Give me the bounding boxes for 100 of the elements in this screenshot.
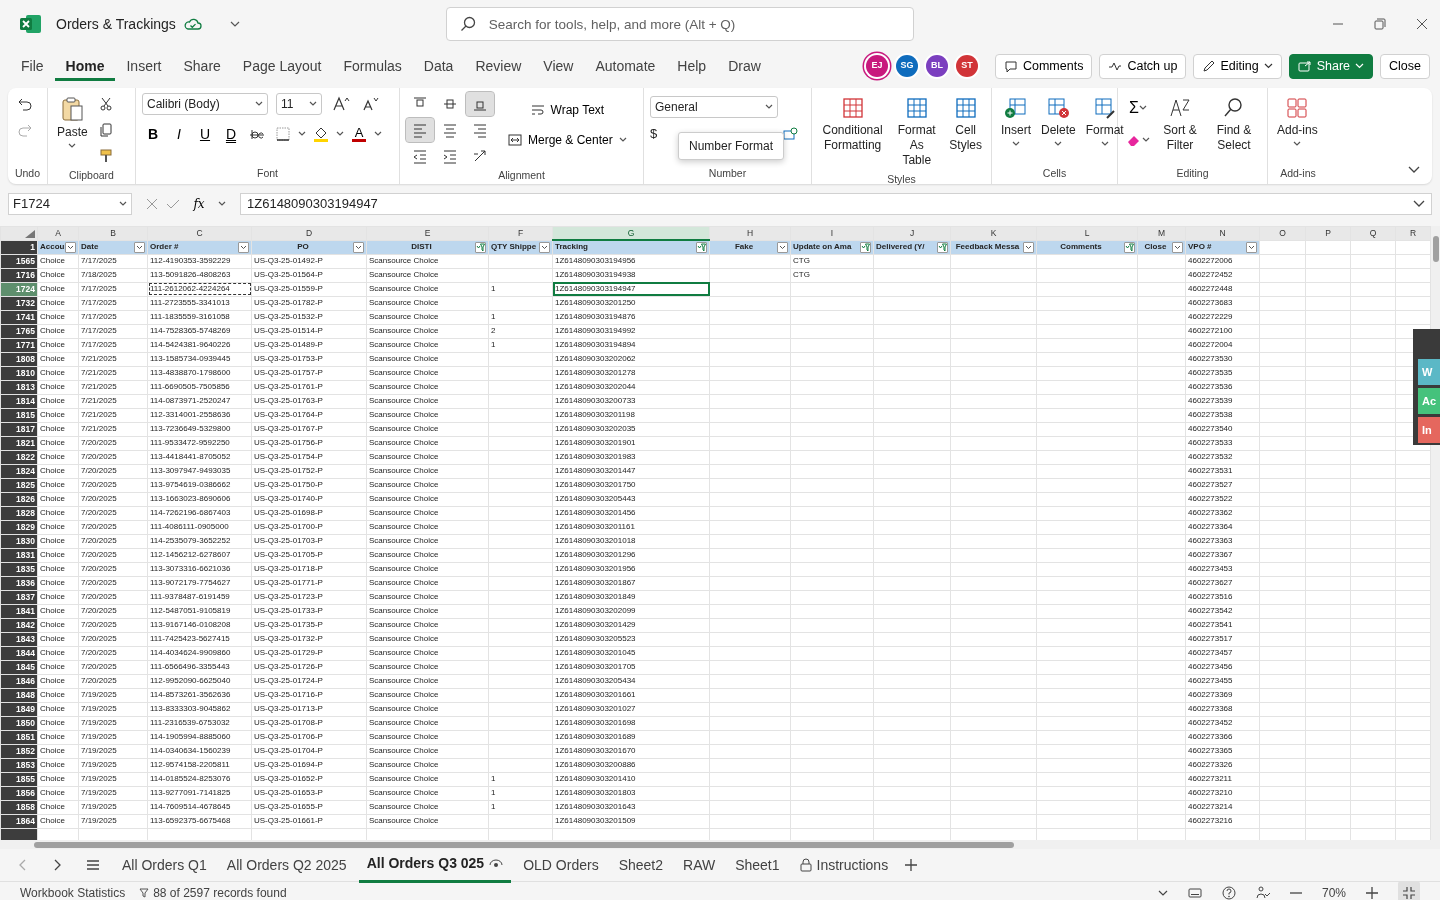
column-letter[interactable]: G — [552, 226, 710, 240]
column-letter[interactable]: Q — [1350, 226, 1396, 240]
chevron-down-icon[interactable] — [1413, 200, 1425, 208]
column-letter[interactable]: A — [37, 226, 79, 240]
share-button[interactable]: Share — [1288, 53, 1374, 79]
sheet-tab[interactable]: Sheet1 — [727, 848, 788, 882]
styles-button[interactable]: Conditional Formatting — [818, 92, 888, 157]
column-letter[interactable]: R — [1395, 226, 1431, 240]
filter-button[interactable] — [860, 241, 871, 253]
column-letter[interactable]: E — [366, 226, 489, 240]
filter-button[interactable] — [1023, 241, 1034, 253]
avatar[interactable]: ST — [955, 55, 978, 77]
formula-field[interactable]: 1Z6148090303194947 — [240, 193, 1432, 215]
column-letter[interactable]: P — [1305, 226, 1351, 240]
select-all-icon[interactable] — [25, 230, 35, 238]
font-color-button[interactable]: A — [348, 122, 370, 146]
filter-button[interactable] — [475, 241, 486, 253]
menu-tab[interactable]: Review — [464, 51, 533, 81]
close-button[interactable]: Close — [1380, 53, 1430, 79]
sheet-tab[interactable]: All Orders Q1 — [114, 848, 215, 882]
keyboard-icon[interactable] — [1187, 888, 1202, 898]
merge-center-button[interactable]: Merge & Center — [506, 128, 629, 152]
catch-up-button[interactable]: Catch up — [1099, 53, 1187, 79]
font-style-button[interactable]: U — [194, 122, 216, 146]
cells-button[interactable]: Delete — [1038, 92, 1079, 151]
column-letter[interactable]: K — [950, 226, 1037, 240]
add-ins-button[interactable]: Add-ins — [1274, 92, 1321, 151]
insert-function-button[interactable]: fx — [188, 192, 210, 216]
filter-button[interactable] — [1124, 241, 1135, 253]
menu-tab[interactable]: File — [10, 51, 55, 81]
column-letter[interactable]: B — [78, 226, 148, 240]
sheet-tab[interactable]: RAW — [675, 848, 724, 882]
filter-button[interactable] — [539, 241, 550, 253]
sheet-tab[interactable]: All Orders Q2 2025 — [218, 848, 355, 882]
font-style-button[interactable]: B — [142, 122, 164, 146]
font-style-button[interactable]: D — [220, 122, 242, 146]
vertical-align-button[interactable] — [466, 92, 494, 116]
search-field[interactable]: Search for tools, help, and more (Alt + Q) — [445, 7, 914, 41]
column-letter[interactable]: N — [1185, 226, 1260, 240]
chevron-down-icon[interactable] — [1157, 890, 1168, 896]
sheet-tab[interactable]: Sheet2 — [610, 848, 671, 882]
styles-button[interactable]: Format As Table — [891, 92, 943, 172]
next-sheet-icon[interactable] — [52, 859, 62, 871]
horizontal-align-button[interactable] — [406, 118, 434, 142]
font-name-dropdown[interactable]: Calibri (Body) — [142, 93, 268, 115]
filter-button[interactable] — [353, 241, 364, 253]
number-format-dropdown[interactable]: General — [650, 96, 778, 118]
collapse-ribbon-icon[interactable] — [1408, 166, 1420, 174]
filter-button[interactable] — [1246, 241, 1257, 253]
avatar[interactable]: SG — [895, 55, 918, 77]
paste-button[interactable]: Paste — [54, 92, 91, 153]
table-cell[interactable]: 1Z6148090303194947 — [552, 282, 710, 296]
zoom-level[interactable]: 70% — [1321, 884, 1346, 900]
font-size-dropdown[interactable]: 11 — [276, 93, 322, 115]
avatar[interactable]: BL — [925, 55, 948, 77]
autosum-button[interactable]: Σ — [1124, 96, 1152, 120]
filter-button[interactable] — [65, 241, 76, 253]
currency-symbol[interactable]: $ — [650, 124, 658, 144]
column-letter[interactable]: O — [1259, 226, 1306, 240]
menu-tab[interactable]: Share — [172, 51, 232, 81]
cells-button[interactable]: Insert — [998, 92, 1034, 151]
help-icon[interactable] — [1221, 886, 1236, 900]
font-style-button[interactable]: I — [168, 122, 190, 146]
menu-tab[interactable]: Insert — [115, 51, 173, 81]
filter-button[interactable] — [937, 241, 948, 253]
check-icon[interactable] — [166, 198, 180, 210]
accessibility-icon[interactable] — [1255, 886, 1270, 900]
number-format-icon[interactable] — [782, 126, 798, 142]
chevron-down-icon[interactable] — [229, 20, 240, 28]
column-letter[interactable]: C — [147, 226, 252, 240]
menu-tab[interactable]: Page Layout — [231, 51, 333, 81]
fit-view-button[interactable] — [1398, 881, 1420, 900]
avatar[interactable]: EJ — [865, 55, 888, 77]
column-letter[interactable]: H — [709, 226, 791, 240]
comments-button[interactable]: Comments — [994, 53, 1093, 79]
cancel-icon[interactable] — [146, 198, 158, 210]
status-text[interactable]: Workbook Statistics — [20, 884, 126, 900]
editing-button[interactable]: Editing — [1193, 53, 1282, 79]
wrap-text-button[interactable]: Wrap Text — [506, 98, 629, 122]
sort-filter-button[interactable]: Sort & Filter — [1156, 92, 1204, 157]
name-box[interactable]: F1724 — [8, 193, 132, 215]
filter-button[interactable] — [777, 241, 788, 253]
sheet-tab[interactable]: Instructions — [791, 848, 897, 882]
sheet-tab[interactable]: All Orders Q3 025 — [358, 847, 512, 883]
restore-icon[interactable] — [1374, 18, 1386, 30]
menu-tab[interactable]: Formulas — [332, 51, 413, 81]
menu-tab[interactable]: Draw — [717, 51, 772, 81]
filter-button[interactable] — [134, 241, 145, 253]
horizontal-scrollbar[interactable] — [0, 840, 1440, 849]
menu-tab[interactable]: Data — [412, 51, 465, 81]
menu-tab[interactable]: Automate — [584, 51, 667, 81]
find-select-button[interactable]: Find & Select — [1208, 92, 1260, 157]
menu-tab[interactable]: Help — [666, 51, 718, 81]
column-letter[interactable]: D — [251, 226, 367, 240]
sheet-tab[interactable]: OLD Orders — [515, 848, 607, 882]
menu-icon[interactable] — [86, 859, 100, 871]
filter-button[interactable] — [1172, 241, 1183, 253]
column-letter[interactable]: J — [873, 226, 951, 240]
column-letter[interactable]: F — [488, 226, 553, 240]
zoom-in-icon[interactable] — [1366, 887, 1378, 899]
